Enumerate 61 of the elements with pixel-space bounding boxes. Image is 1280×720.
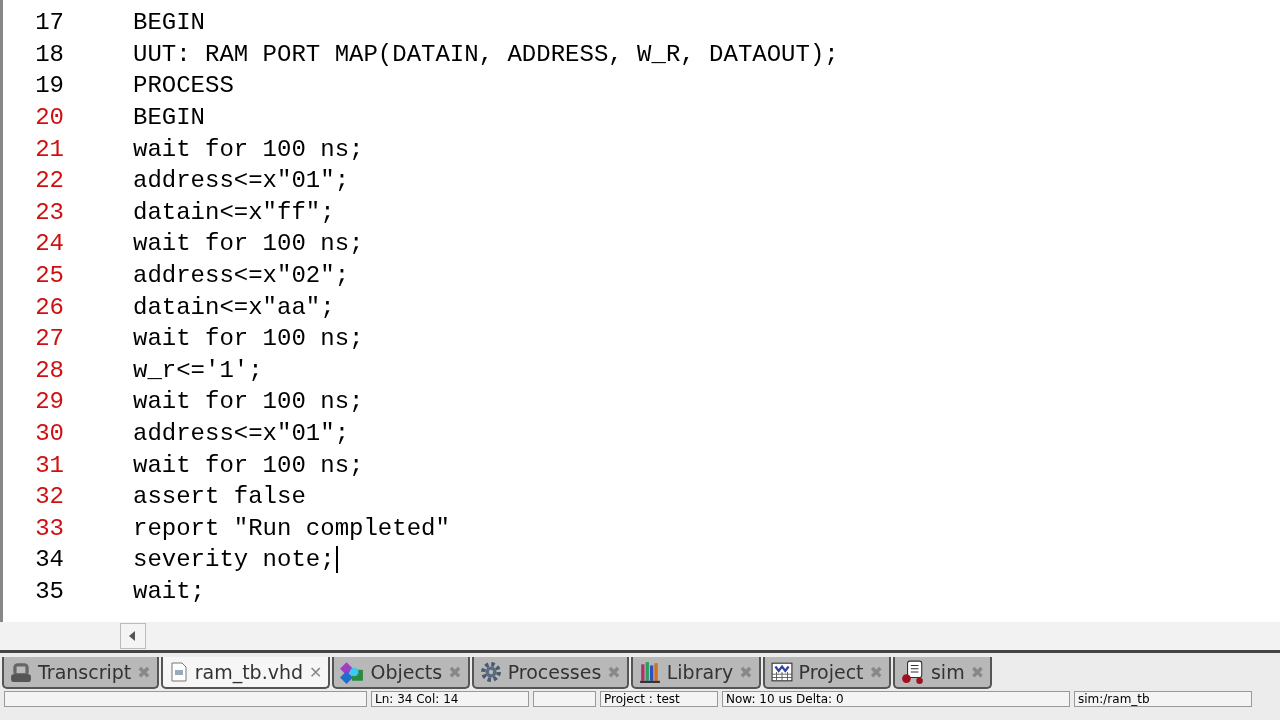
code-line: w_r<='1';: [133, 356, 263, 384]
panel-tab[interactable]: Transcript ✖: [2, 657, 159, 689]
panel-tab[interactable]: Objects ✖: [332, 657, 470, 689]
code-line: assert false: [133, 483, 306, 511]
code-line: wait for 100 ns;: [133, 135, 364, 163]
line-number: 32: [34, 483, 64, 511]
code-line: severity note;: [133, 546, 335, 574]
code-line: BEGIN: [133, 9, 205, 37]
cursor-position: Ln: 34 Col: 14: [371, 691, 529, 707]
code-line: wait for 100 ns;: [133, 325, 364, 353]
code-line: address<=x"01";: [133, 420, 350, 447]
line-number: 25: [34, 262, 64, 290]
line-number: 23: [34, 198, 64, 226]
code-line: datain<=x"aa";: [133, 293, 335, 321]
document-icon: [168, 661, 189, 683]
code-editor[interactable]: [0, 0, 1280, 622]
panel-tab[interactable]: Library ✖: [630, 657, 761, 689]
panel-tab[interactable]: Processes ✖: [471, 657, 629, 689]
code-line: report "Run completed": [133, 514, 450, 542]
line-number: 33: [34, 514, 64, 542]
code-line: wait for 100 ns;: [133, 230, 364, 258]
line-number: 27: [34, 325, 64, 353]
grid-icon: [770, 661, 793, 683]
code-line: wait for 100 ns;: [133, 451, 364, 479]
line-number: 18: [34, 40, 64, 68]
console-icon: [10, 661, 32, 683]
line-number: 26: [34, 293, 64, 321]
line-number: 30: [34, 420, 64, 447]
line-number: 21: [34, 135, 64, 163]
code-line: wait;: [133, 578, 205, 605]
code-line: datain<=x"ff";: [133, 198, 335, 226]
code-line: address<=x"02";: [133, 262, 350, 290]
left-arrow-icon: [129, 631, 137, 641]
panel-tab[interactable]: Project ✖: [762, 657, 891, 689]
scroll-left-button[interactable]: [120, 623, 146, 649]
project-name: Project : test: [600, 691, 718, 707]
code-line: UUT: RAM PORT MAP(DATAIN, ADDRESS, W_R, DATAOUT);: [133, 40, 839, 68]
code-line: wait for 100 ns;: [133, 388, 364, 416]
simulation-time: Now: 10 us Delta: 0: [722, 691, 1070, 707]
shapes-icon: [340, 660, 365, 684]
line-number: 28: [34, 356, 64, 384]
line-number: 19: [34, 72, 64, 100]
line-number: 35: [34, 578, 64, 605]
simulation-scope: sim:/ram_tb: [1074, 691, 1252, 707]
gear-icon: [479, 661, 502, 683]
panel-tab[interactable]: sim ✖: [892, 657, 993, 689]
code-line: address<=x"01";: [133, 167, 350, 195]
scroll-icon: [900, 660, 925, 684]
line-number: 31: [34, 451, 64, 479]
line-number: 29: [34, 388, 64, 416]
code-line: PROCESS: [133, 72, 234, 100]
books-icon: [638, 661, 661, 683]
line-number: 34: [34, 546, 64, 574]
line-number: 20: [34, 104, 64, 132]
status-field: [533, 691, 596, 707]
close-icon[interactable]: ✕: [309, 662, 323, 682]
line-number: 24: [34, 230, 64, 258]
line-number: 22: [34, 167, 64, 195]
code-line: BEGIN: [133, 104, 205, 132]
line-number: 17: [34, 9, 64, 37]
panel-tab[interactable]: ram_tb.vhd ✕: [160, 657, 331, 689]
